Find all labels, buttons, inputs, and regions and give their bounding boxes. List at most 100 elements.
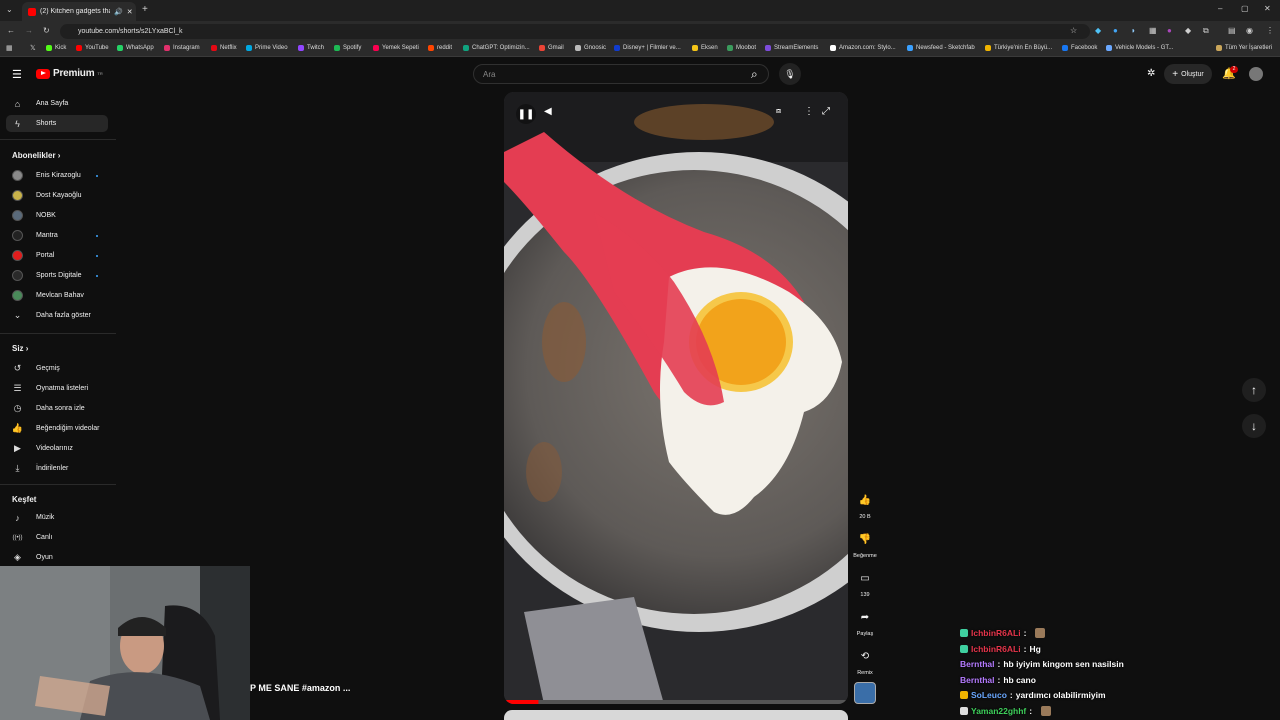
menu-kebab-icon[interactable]: ⋮ [1266, 26, 1274, 35]
extension-icon[interactable]: ◆ [1185, 26, 1191, 35]
shorts-video-player[interactable]: ❚❚ ◀ ⧈ ⋮ ⤢ [504, 92, 848, 704]
show-more-button[interactable]: ⌄ Daha fazla göster [0, 307, 116, 324]
bookmark-item[interactable]: Gnoosic [575, 45, 606, 51]
apps-grid-icon[interactable]: ▦ [6, 44, 13, 52]
bookmark-item[interactable]: reddit [428, 45, 452, 51]
bookmark-item[interactable]: WhatsApp [117, 45, 154, 51]
like-action[interactable]: 👍 20 B [852, 489, 878, 521]
extension-icon[interactable]: ● [1113, 26, 1118, 35]
extension-icon[interactable]: ▦ [1149, 26, 1157, 35]
x-icon[interactable]: 𝕏 [30, 44, 36, 52]
more-options-icon[interactable]: ⋮ [804, 106, 814, 117]
bookmark-item[interactable]: StreamElements [765, 45, 818, 51]
sidepanel-icon[interactable]: ▤ [1228, 26, 1236, 35]
bookmark-item[interactable]: Eksen [692, 45, 718, 51]
remix-action[interactable]: ⟲ Remix [852, 645, 878, 677]
sidebar-item[interactable]: ϟ Shorts [6, 115, 108, 132]
bookmark-item[interactable]: Amazon.com: Stylo... [830, 45, 896, 51]
sidebar-item[interactable]: ↺ Geçmiş [0, 360, 116, 377]
bookmark-item[interactable]: Vehicle Models - GT... [1106, 45, 1173, 51]
bookmark-item[interactable]: Spotify [334, 45, 361, 51]
fullscreen-icon[interactable]: ⤢ [822, 106, 830, 117]
bookmark-item[interactable]: Kick [46, 45, 66, 51]
sidebar-item[interactable]: Sports Digitale [0, 267, 116, 284]
volume-icon[interactable]: ◀ [544, 106, 552, 117]
bookmark-item[interactable]: Facebook [1062, 45, 1097, 51]
comment-icon[interactable]: ▭ [854, 567, 876, 589]
bookmark-item[interactable]: Gmail [539, 45, 564, 51]
bookmark-item[interactable]: Netflix [211, 45, 237, 51]
previous-short-button[interactable]: ↑ [1242, 378, 1266, 402]
subscriptions-header[interactable]: Abonelikler › [12, 151, 60, 160]
close-window-button[interactable]: ✕ [1264, 4, 1271, 13]
live-indicator-dot [96, 234, 98, 237]
bookmark-item[interactable]: Prime Video [246, 45, 288, 51]
share-action[interactable]: ➦ Paylaş [852, 606, 878, 638]
bookmark-item[interactable]: Instagram [164, 45, 200, 51]
sidebar-item[interactable]: ◷ Daha sonra izle [0, 400, 116, 417]
sidebar-item[interactable]: ☰ Oynatma listeleri [0, 380, 116, 397]
bookmark-item[interactable]: YouTube [76, 45, 109, 51]
like-icon[interactable]: 👍 [854, 489, 876, 511]
back-button[interactable]: ← [7, 26, 15, 35]
dislike-action[interactable]: 👎 Beğenme [852, 528, 878, 560]
sidebar-item-label: Enis Kirazoglu [36, 172, 81, 179]
sidebar-item[interactable]: ♪ Müzik [0, 509, 116, 526]
cast-gear-icon[interactable]: ✲ [1147, 68, 1155, 79]
bookmark-item[interactable]: Twitch [298, 45, 324, 51]
maximize-button[interactable]: ▢ [1241, 4, 1249, 13]
extension-icon[interactable]: ◆ [1095, 26, 1101, 35]
next-short-preview[interactable] [504, 710, 848, 720]
hamburger-menu-icon[interactable]: ☰ [12, 68, 22, 81]
browser-tab[interactable]: (2) Kitchen gadgets that Kit 🔊 ✕ [22, 2, 136, 21]
bookmark-item[interactable]: Yemek Sepeti [373, 45, 419, 51]
extension-icon[interactable]: ◗ [1131, 26, 1136, 35]
profile-icon[interactable]: ◉ [1246, 26, 1253, 35]
search-icon[interactable]: ⌕ [751, 67, 758, 82]
sidebar-item[interactable]: Mantra [0, 227, 116, 244]
sidebar-item[interactable]: Dost Kayaoğlu [0, 187, 116, 204]
dislike-icon[interactable]: 👎 [854, 528, 876, 550]
tab-search-icon[interactable]: ⌄ [6, 5, 13, 14]
share-icon[interactable]: ➦ [854, 606, 876, 628]
pause-icon[interactable]: ❚❚ [516, 104, 536, 124]
channel-avatar[interactable] [854, 682, 876, 704]
bookmark-star-icon[interactable]: ☆ [1070, 26, 1077, 35]
bookmark-item[interactable]: Türkiye'nin En Büyü... [985, 45, 1052, 51]
bookmark-item[interactable]: Newsfeed - Sketchfab [907, 45, 975, 51]
sidebar-item[interactable]: ▶ Videolarınız [0, 440, 116, 457]
next-short-button[interactable]: ↓ [1242, 414, 1266, 438]
sidebar-item[interactable]: Enis Kirazoglu [0, 167, 116, 184]
bookmark-item[interactable]: ChatGPT: Optimizin... [463, 45, 530, 51]
captions-icon[interactable]: ⧈ [776, 106, 781, 116]
comments-action[interactable]: ▭ 139 [852, 567, 878, 599]
sidebar-item[interactable]: ◈ Oyun [0, 549, 116, 566]
address-bar[interactable]: youtube.com/shorts/s2LYxaBCl_k [60, 24, 1090, 39]
youtube-premium-logo[interactable]: Premium TR [36, 68, 103, 79]
all-bookmarks[interactable]: Tüm Yer İşaretleri [1216, 45, 1272, 51]
remix-icon[interactable]: ⟲ [854, 645, 876, 667]
tab-close-icon[interactable]: ✕ [127, 8, 133, 16]
forward-button[interactable]: → [25, 26, 33, 35]
account-avatar[interactable] [1249, 67, 1263, 81]
sidebar-item[interactable]: ⤓ İndirilenler [0, 460, 116, 477]
search-placeholder: Ara [483, 70, 496, 79]
sidebar-item[interactable]: NOBK [0, 207, 116, 224]
you-section-header[interactable]: Siz › [12, 344, 28, 353]
mic-icon[interactable]: 🎙 [779, 63, 801, 85]
sidebar-item[interactable]: 👍 Beğendiğim videolar [0, 420, 116, 437]
sidebar-item[interactable]: Mevlcan Bahav [0, 287, 116, 304]
bookmark-favicon-icon [765, 45, 771, 51]
sidebar-item[interactable]: ⌂ Ana Sayfa [0, 95, 116, 112]
search-input[interactable]: Ara [473, 64, 769, 84]
minimize-button[interactable]: – [1218, 4, 1222, 13]
extensions-puzzle-icon[interactable]: ⧉ [1203, 26, 1209, 36]
bookmark-item[interactable]: Moobot [727, 45, 756, 51]
sidebar-item[interactable]: ((•)) Canlı [0, 529, 116, 546]
extension-icon[interactable]: ● [1167, 26, 1172, 35]
reload-button[interactable]: ↻ [43, 26, 50, 35]
bookmark-item[interactable]: Disney+ | Filmler ve... [614, 45, 681, 51]
new-tab-button[interactable]: + [142, 4, 148, 15]
sidebar-item[interactable]: Portal [0, 247, 116, 264]
create-button[interactable]: + Oluştur [1164, 64, 1212, 84]
